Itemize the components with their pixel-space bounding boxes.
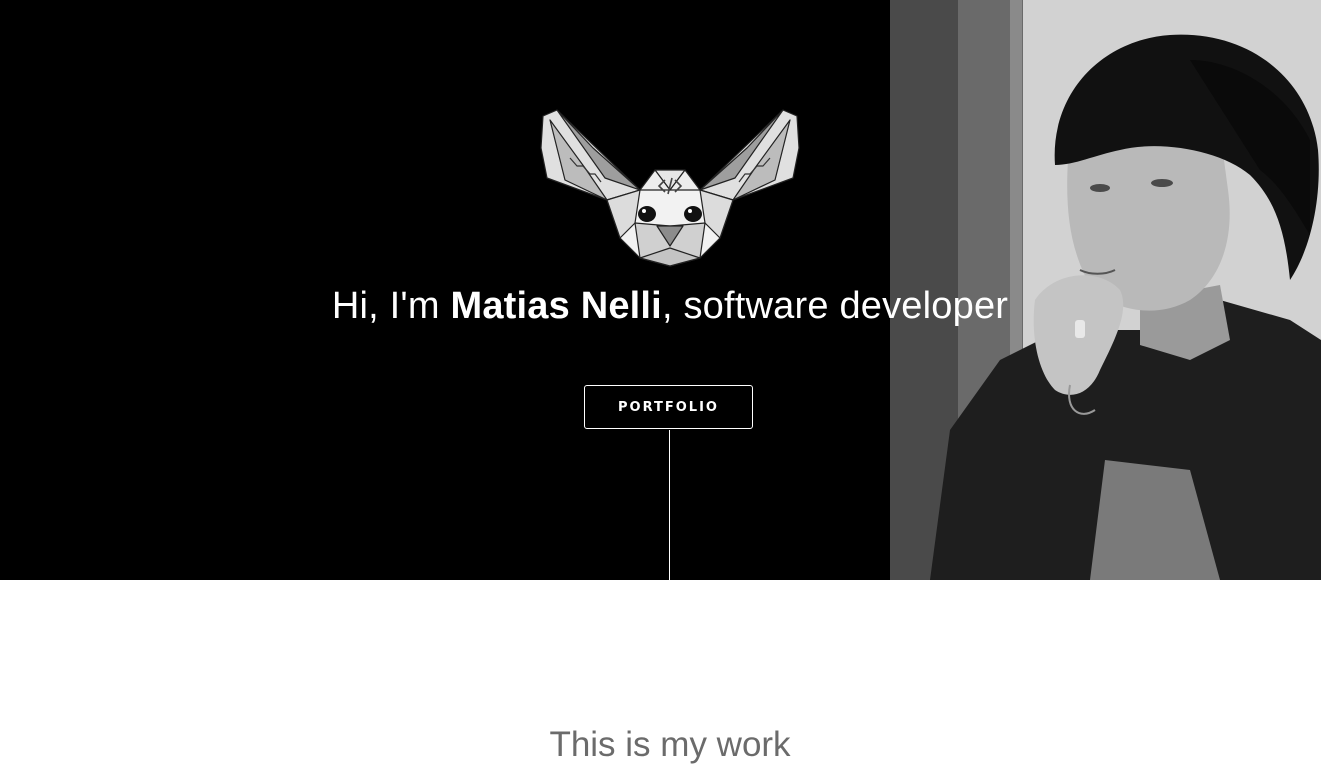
headline-suffix: , software developer — [661, 285, 1009, 327]
work-section-title: This is my work — [549, 725, 791, 765]
fennec-fox-logo-icon — [540, 109, 800, 267]
hero-headline: Hi, I'm Matias Nelli, software developer — [0, 285, 1321, 328]
portfolio-button[interactable]: PORTFOLIO — [584, 385, 753, 429]
developer-name: Matias Nelli — [450, 285, 662, 327]
hero-section: Hi, I'm Matias Nelli, software developer… — [0, 0, 1321, 580]
scroll-connector-line — [669, 430, 670, 580]
headline-prefix: Hi, I'm — [331, 285, 451, 327]
